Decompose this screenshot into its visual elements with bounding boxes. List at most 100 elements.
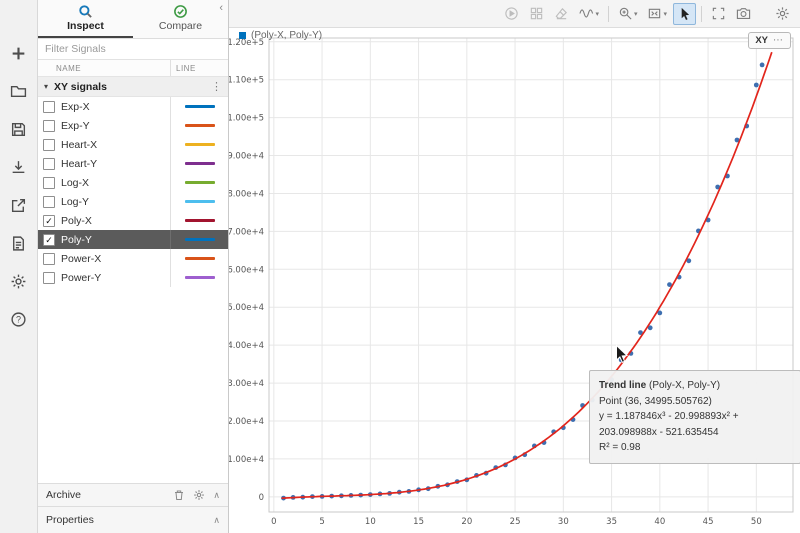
- fit-to-view-icon: [649, 8, 661, 19]
- signal-row[interactable]: Heart-Y: [38, 154, 228, 173]
- xy-badge[interactable]: XY ⋯: [748, 32, 791, 49]
- properties-collapse-icon[interactable]: ∧: [213, 515, 220, 526]
- signal-list: Exp-X Exp-Y Heart-X Heart-Y Log-X Log-Y ✓ Poly-…: [38, 97, 228, 287]
- zoom-in-icon: [619, 7, 632, 20]
- export-button[interactable]: [2, 186, 36, 224]
- signal-group-row[interactable]: ▾ XY signals ⋮: [38, 77, 228, 97]
- svg-text:45: 45: [703, 517, 714, 527]
- eraser-button[interactable]: [550, 3, 573, 25]
- save-button[interactable]: [2, 110, 36, 148]
- svg-text:?: ?: [16, 314, 21, 324]
- filter-signals-input[interactable]: [38, 39, 228, 60]
- signal-checkbox[interactable]: [43, 100, 55, 113]
- svg-text:7.00e+4: 7.00e+4: [229, 227, 264, 237]
- signal-row[interactable]: Log-X: [38, 173, 228, 192]
- fullscreen-button[interactable]: [707, 3, 730, 25]
- signal-row[interactable]: Power-Y: [38, 268, 228, 287]
- help-button[interactable]: ?: [2, 300, 36, 338]
- tab-inspect[interactable]: Inspect: [38, 0, 133, 38]
- import-button[interactable]: [2, 148, 36, 186]
- collapse-panel-button[interactable]: ‹: [216, 2, 226, 14]
- signal-line-column: [170, 97, 228, 116]
- signal-checkbox[interactable]: ✓: [43, 214, 55, 227]
- tooltip-r-squared: R² = 0.98: [599, 442, 641, 453]
- svg-text:0: 0: [259, 493, 264, 503]
- pointer-icon: [681, 7, 690, 20]
- signal-line-column: [170, 211, 228, 230]
- play-button[interactable]: [500, 3, 523, 25]
- signal-checkbox[interactable]: [43, 138, 55, 151]
- column-header-name[interactable]: NAME: [38, 64, 170, 73]
- import-icon: [12, 160, 25, 173]
- signal-row[interactable]: ✓ Poly-Y: [38, 230, 228, 249]
- signal-name: Exp-Y: [61, 119, 90, 132]
- signal-line-column: [170, 192, 228, 211]
- svg-text:35: 35: [606, 517, 617, 527]
- svg-text:15: 15: [413, 517, 424, 527]
- properties-label: Properties: [46, 514, 94, 526]
- tooltip-title-suffix: (Poly-X, Poly-Y): [646, 380, 721, 391]
- signal-wave-icon: [579, 9, 594, 18]
- archive-collapse-icon[interactable]: ∧: [213, 490, 220, 501]
- signal-checkbox[interactable]: [43, 271, 55, 284]
- svg-text:10: 10: [365, 517, 376, 527]
- signal-table-header: NAME LINE: [38, 60, 228, 77]
- archive-settings-gear-icon[interactable]: [193, 489, 205, 501]
- caret-down-icon: ▾: [595, 10, 599, 18]
- signal-checkbox[interactable]: [43, 119, 55, 132]
- signal-checkbox[interactable]: [43, 195, 55, 208]
- column-header-line[interactable]: LINE: [170, 60, 228, 76]
- signal-checkbox[interactable]: ✓: [43, 233, 55, 246]
- archive-bar[interactable]: Archive ∧: [38, 483, 228, 506]
- signal-line-column: [170, 135, 228, 154]
- signal-line-column: [170, 249, 228, 268]
- signal-checkbox[interactable]: [43, 176, 55, 189]
- badge-menu-icon[interactable]: ⋯: [773, 35, 784, 46]
- signal-panel: Inspect Compare ‹ NAME LINE ▾ XY signals…: [38, 0, 229, 533]
- open-button[interactable]: [2, 72, 36, 110]
- trash-icon[interactable]: [173, 489, 185, 501]
- snapshot-button[interactable]: [732, 3, 755, 25]
- signal-row[interactable]: Log-Y: [38, 192, 228, 211]
- report-button[interactable]: [2, 224, 36, 262]
- signal-name: Poly-Y: [61, 233, 92, 246]
- chart-area[interactable]: (Poly-X, Poly-Y) 0 1.00e+4 2.00e+4 3.00e+4 4…: [229, 28, 800, 533]
- svg-text:30: 30: [558, 517, 569, 527]
- signal-checkbox[interactable]: [43, 157, 55, 170]
- signal-line-swatch: [184, 105, 215, 108]
- add-button[interactable]: [2, 34, 36, 72]
- signal-trace-button[interactable]: ▾: [575, 3, 603, 25]
- tooltip-title: Trend line: [599, 380, 647, 391]
- xy-badge-label: XY: [755, 35, 768, 46]
- signal-name: Heart-X: [61, 138, 98, 151]
- tab-compare[interactable]: Compare: [133, 0, 228, 38]
- app-window: ? Inspect Compare ‹ NAME LINE ▾ XY signa…: [0, 0, 800, 533]
- signal-line-swatch: [184, 162, 215, 165]
- fullscreen-icon: [712, 7, 725, 20]
- signal-line-swatch: [184, 238, 215, 241]
- settings-button[interactable]: [2, 262, 36, 300]
- signal-line-column: [170, 154, 228, 173]
- signal-name: Log-X: [61, 176, 90, 189]
- signal-row[interactable]: Exp-X: [38, 97, 228, 116]
- plot-legend: (Poly-X, Poly-Y): [239, 30, 322, 41]
- caret-down-icon: ▾: [663, 10, 667, 18]
- signal-checkbox[interactable]: [43, 252, 55, 265]
- layout-grid-button[interactable]: [525, 3, 548, 25]
- trendline-tooltip: Trend line (Poly-X, Poly-Y) Point (36, 3…: [589, 370, 800, 464]
- plot-settings-button[interactable]: [771, 3, 794, 25]
- main-area: ▾ ▾ ▾ (Poly-X, Poly-Y) 0 1.00e+4 2.00e+4…: [229, 0, 800, 533]
- pointer-tool-button[interactable]: [673, 2, 696, 25]
- fit-to-view-button[interactable]: ▾: [643, 3, 671, 25]
- zoom-button[interactable]: ▾: [614, 3, 642, 25]
- signal-line-column: [170, 268, 228, 287]
- properties-bar[interactable]: Properties ∧: [38, 506, 228, 533]
- svg-text:8.00e+4: 8.00e+4: [229, 189, 264, 199]
- signal-row[interactable]: Heart-X: [38, 135, 228, 154]
- signal-name: Log-Y: [61, 195, 90, 208]
- signal-line-column: [170, 116, 228, 135]
- signal-row[interactable]: ✓ Poly-X: [38, 211, 228, 230]
- signal-row[interactable]: Exp-Y: [38, 116, 228, 135]
- signal-row[interactable]: Power-X: [38, 249, 228, 268]
- kebab-menu-icon[interactable]: ⋮: [205, 80, 228, 93]
